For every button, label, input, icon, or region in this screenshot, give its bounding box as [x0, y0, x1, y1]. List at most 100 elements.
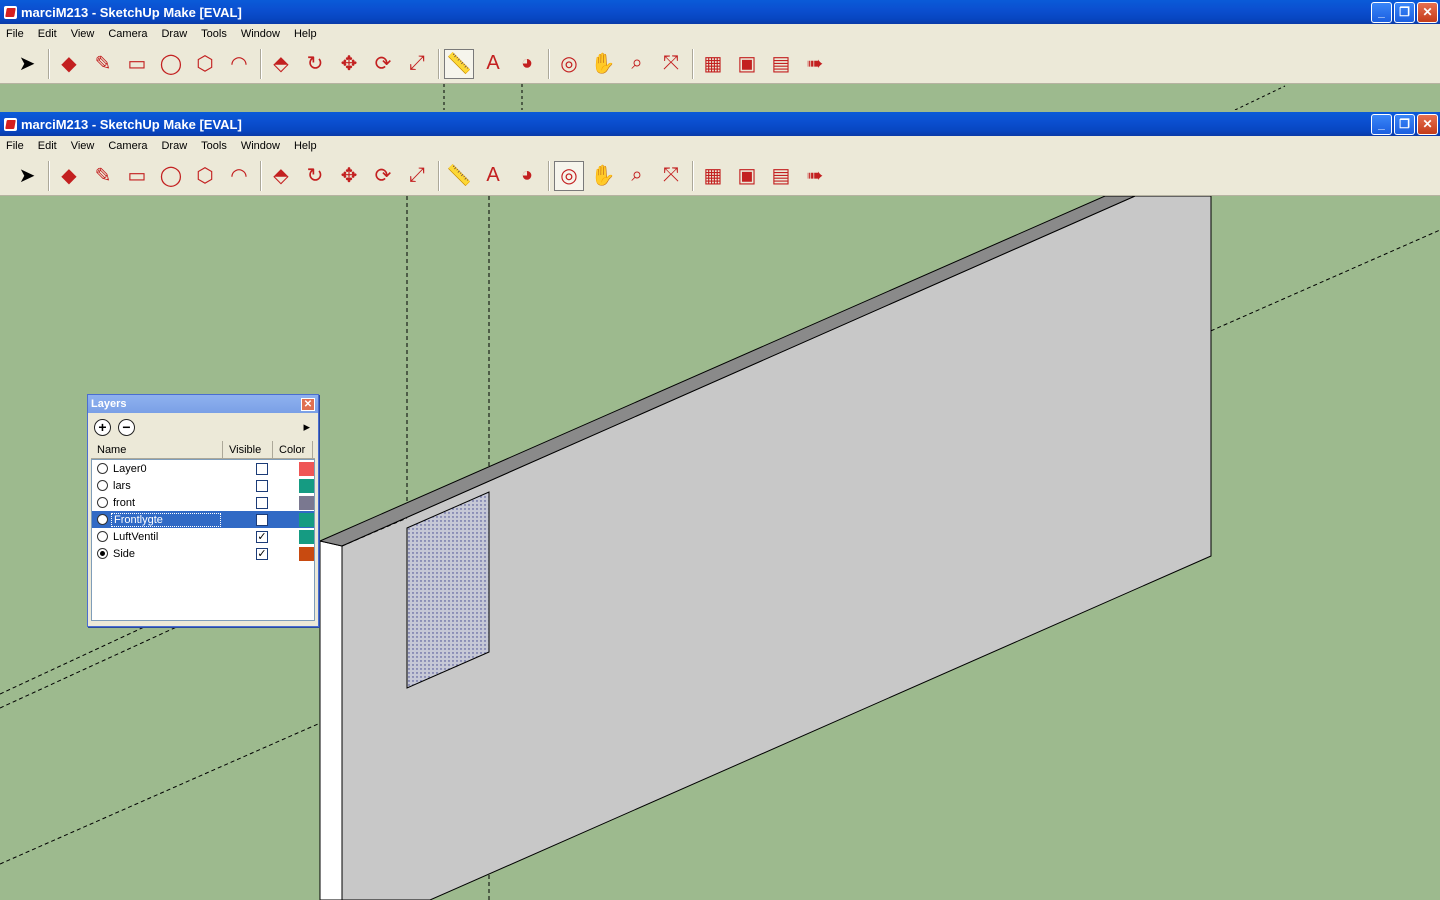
- layer-color-swatch[interactable]: [299, 546, 314, 561]
- scale-tool-button[interactable]: ⤢: [402, 161, 432, 191]
- menu-draw[interactable]: Draw: [161, 140, 187, 152]
- layer-row[interactable]: lars: [92, 477, 314, 494]
- layer-name[interactable]: lars: [111, 480, 221, 492]
- menu-window[interactable]: Window: [241, 140, 280, 152]
- model-viewport[interactable]: Layers ✕ + − ▸ Name Visible Color Layer0…: [0, 196, 1440, 900]
- layer-color-swatch[interactable]: [299, 512, 314, 527]
- restore-button[interactable]: ❐: [1394, 113, 1415, 135]
- title-bar[interactable]: marciM213 - SketchUp Make [EVAL] _ ❐ ✕: [0, 112, 1440, 136]
- orbit-tool-button[interactable]: ◎: [554, 49, 584, 79]
- menu-draw[interactable]: Draw: [161, 28, 187, 40]
- push-pull-tool-button[interactable]: ⬘: [266, 49, 296, 79]
- zoom-extents-tool-button[interactable]: ⤧: [656, 49, 686, 79]
- line-tool-button[interactable]: ✎: [88, 161, 118, 191]
- previous-view-tool-button[interactable]: ▦: [698, 161, 728, 191]
- layer-row[interactable]: Side ✓: [92, 545, 314, 562]
- menu-window[interactable]: Window: [241, 28, 280, 40]
- orbit-tool-button[interactable]: ◎: [554, 160, 584, 191]
- zoom-tool-button[interactable]: ⌕: [622, 161, 652, 191]
- menu-help[interactable]: Help: [294, 28, 317, 40]
- menu-edit[interactable]: Edit: [38, 140, 57, 152]
- send-to-layout-tool-button[interactable]: ➠: [800, 49, 830, 79]
- circle-tool-button[interactable]: ◯: [156, 161, 186, 191]
- text-tool-button[interactable]: A: [478, 161, 508, 191]
- delete-layer-button[interactable]: −: [118, 418, 135, 436]
- close-button[interactable]: ✕: [1417, 1, 1438, 23]
- column-name[interactable]: Name: [91, 441, 223, 458]
- line-tool-button[interactable]: ✎: [88, 49, 118, 79]
- visible-checkbox[interactable]: [256, 496, 268, 509]
- scale-tool-button[interactable]: ⤢: [402, 49, 432, 79]
- tape-measure-tool-button[interactable]: 📏: [444, 48, 474, 79]
- polygon-tool-button[interactable]: ⬡: [190, 49, 220, 79]
- layer-name[interactable]: Layer0: [111, 463, 221, 475]
- previous-view-tool-button[interactable]: ▦: [698, 49, 728, 79]
- menu-help[interactable]: Help: [294, 140, 317, 152]
- move-tool-button[interactable]: ✥: [334, 49, 364, 79]
- pan-tool-button[interactable]: ✋: [588, 49, 618, 79]
- share-model-tool-button[interactable]: ▤: [766, 161, 796, 191]
- active-layer-radio[interactable]: [97, 514, 108, 525]
- visible-checkbox[interactable]: [256, 462, 268, 475]
- minimize-button[interactable]: _: [1371, 113, 1392, 135]
- select-tool-button[interactable]: ➤: [12, 49, 42, 79]
- close-icon[interactable]: ✕: [301, 397, 315, 411]
- polygon-tool-button[interactable]: ⬡: [190, 161, 220, 191]
- menu-tools[interactable]: Tools: [201, 140, 227, 152]
- active-layer-radio[interactable]: [97, 548, 108, 559]
- layer-color-swatch[interactable]: [299, 478, 314, 493]
- layer-row[interactable]: Frontlygte: [92, 511, 314, 528]
- details-arrow-icon[interactable]: ▸: [303, 419, 310, 435]
- add-layer-button[interactable]: +: [94, 418, 111, 436]
- rotate-tool-button[interactable]: ⟳: [368, 49, 398, 79]
- rectangle-tool-button[interactable]: ▭: [122, 49, 152, 79]
- layer-row[interactable]: Layer0: [92, 460, 314, 477]
- rectangle-tool-button[interactable]: ▭: [122, 161, 152, 191]
- warehouse-tool-button[interactable]: ▣: [732, 161, 762, 191]
- active-layer-radio[interactable]: [97, 480, 108, 491]
- menu-tools[interactable]: Tools: [201, 28, 227, 40]
- eraser-tool-button[interactable]: ◆: [54, 161, 84, 191]
- menu-file[interactable]: File: [6, 28, 24, 40]
- layer-color-swatch[interactable]: [299, 529, 314, 544]
- title-bar[interactable]: marciM213 - SketchUp Make [EVAL] _ ❐ ✕: [0, 0, 1440, 24]
- visible-checkbox[interactable]: ✓: [256, 530, 268, 543]
- circle-tool-button[interactable]: ◯: [156, 49, 186, 79]
- menu-view[interactable]: View: [71, 140, 95, 152]
- column-color[interactable]: Color: [273, 441, 313, 458]
- paint-bucket-tool-button[interactable]: ◕: [512, 161, 542, 191]
- move-tool-button[interactable]: ✥: [334, 161, 364, 191]
- layer-row[interactable]: front: [92, 494, 314, 511]
- arc-tool-button[interactable]: ◠: [224, 49, 254, 79]
- push-pull-tool-button[interactable]: ⬘: [266, 161, 296, 191]
- active-layer-radio[interactable]: [97, 463, 108, 474]
- restore-button[interactable]: ❐: [1394, 1, 1415, 23]
- layer-color-swatch[interactable]: [299, 495, 314, 510]
- eraser-tool-button[interactable]: ◆: [54, 49, 84, 79]
- zoom-tool-button[interactable]: ⌕: [622, 49, 652, 79]
- active-layer-radio[interactable]: [97, 497, 108, 508]
- layer-name[interactable]: Frontlygte: [111, 512, 221, 527]
- select-tool-button[interactable]: ➤: [12, 161, 42, 191]
- menu-camera[interactable]: Camera: [108, 140, 147, 152]
- pan-tool-button[interactable]: ✋: [588, 161, 618, 191]
- layer-name[interactable]: Side: [111, 548, 221, 560]
- menu-camera[interactable]: Camera: [108, 28, 147, 40]
- layers-title-bar[interactable]: Layers ✕: [88, 395, 318, 413]
- column-visible[interactable]: Visible: [223, 441, 273, 458]
- follow-me-tool-button[interactable]: ↻: [300, 161, 330, 191]
- arc-tool-button[interactable]: ◠: [224, 161, 254, 191]
- visible-checkbox[interactable]: [256, 513, 268, 526]
- warehouse-tool-button[interactable]: ▣: [732, 49, 762, 79]
- paint-bucket-tool-button[interactable]: ◕: [512, 49, 542, 79]
- active-layer-radio[interactable]: [97, 531, 108, 542]
- layer-name[interactable]: LuftVentil: [111, 531, 221, 543]
- text-tool-button[interactable]: A: [478, 49, 508, 79]
- visible-checkbox[interactable]: [256, 479, 268, 492]
- follow-me-tool-button[interactable]: ↻: [300, 49, 330, 79]
- share-model-tool-button[interactable]: ▤: [766, 49, 796, 79]
- close-button[interactable]: ✕: [1417, 113, 1438, 135]
- menu-view[interactable]: View: [71, 28, 95, 40]
- visible-checkbox[interactable]: ✓: [256, 547, 268, 560]
- zoom-extents-tool-button[interactable]: ⤧: [656, 161, 686, 191]
